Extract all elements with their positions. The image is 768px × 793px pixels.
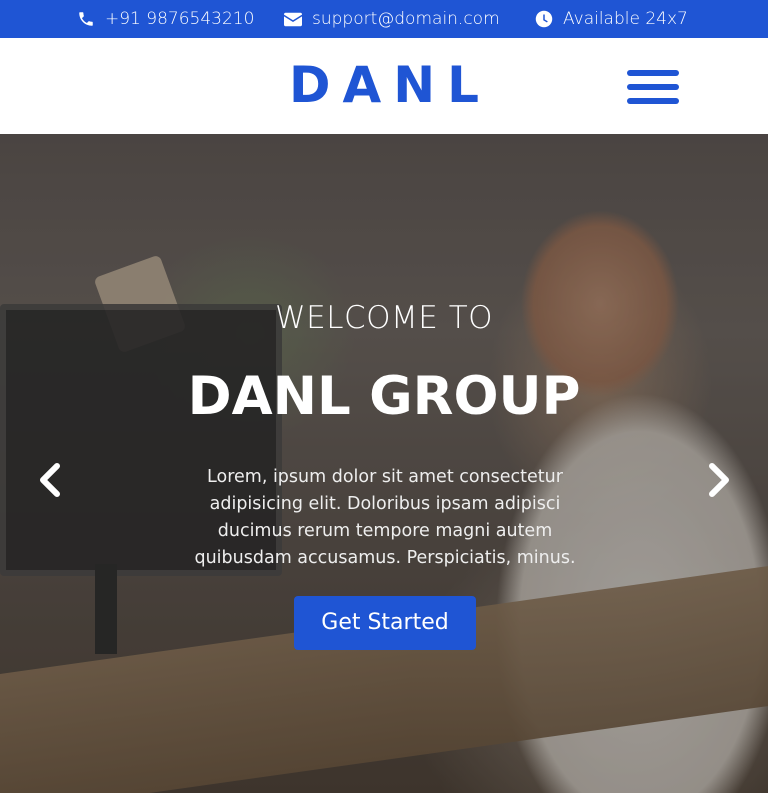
site-header: DANL <box>0 38 768 134</box>
hero-description: Lorem, ipsum dolor sit amet consectetur … <box>194 467 576 568</box>
phone-icon <box>79 12 93 26</box>
get-started-button[interactable]: Get Started <box>294 596 476 650</box>
top-contact-bar: +91 9876543210 support@domain.com Availa… <box>0 0 768 38</box>
clock-icon <box>535 10 553 28</box>
chevron-left-icon[interactable] <box>33 460 69 500</box>
email-address: support@domain.com <box>312 9 500 29</box>
chevron-right-icon[interactable] <box>700 460 736 500</box>
hero-subtitle: WELCOME TO <box>274 300 494 336</box>
phone-number: +91 9876543210 <box>105 9 255 29</box>
email-contact[interactable]: support@domain.com <box>284 0 500 38</box>
hero-content: WELCOME TO DANL GROUP Lorem, ipsum dolor… <box>0 134 768 793</box>
availability: Available 24x7 <box>535 0 688 38</box>
hero-title: DANL GROUP <box>187 366 581 427</box>
hamburger-menu-icon[interactable] <box>627 70 679 104</box>
envelope-icon <box>284 12 302 26</box>
phone-contact[interactable]: +91 9876543210 <box>77 0 254 38</box>
availability-text: Available 24x7 <box>563 9 688 29</box>
hero-carousel: WELCOME TO DANL GROUP Lorem, ipsum dolor… <box>0 134 768 793</box>
